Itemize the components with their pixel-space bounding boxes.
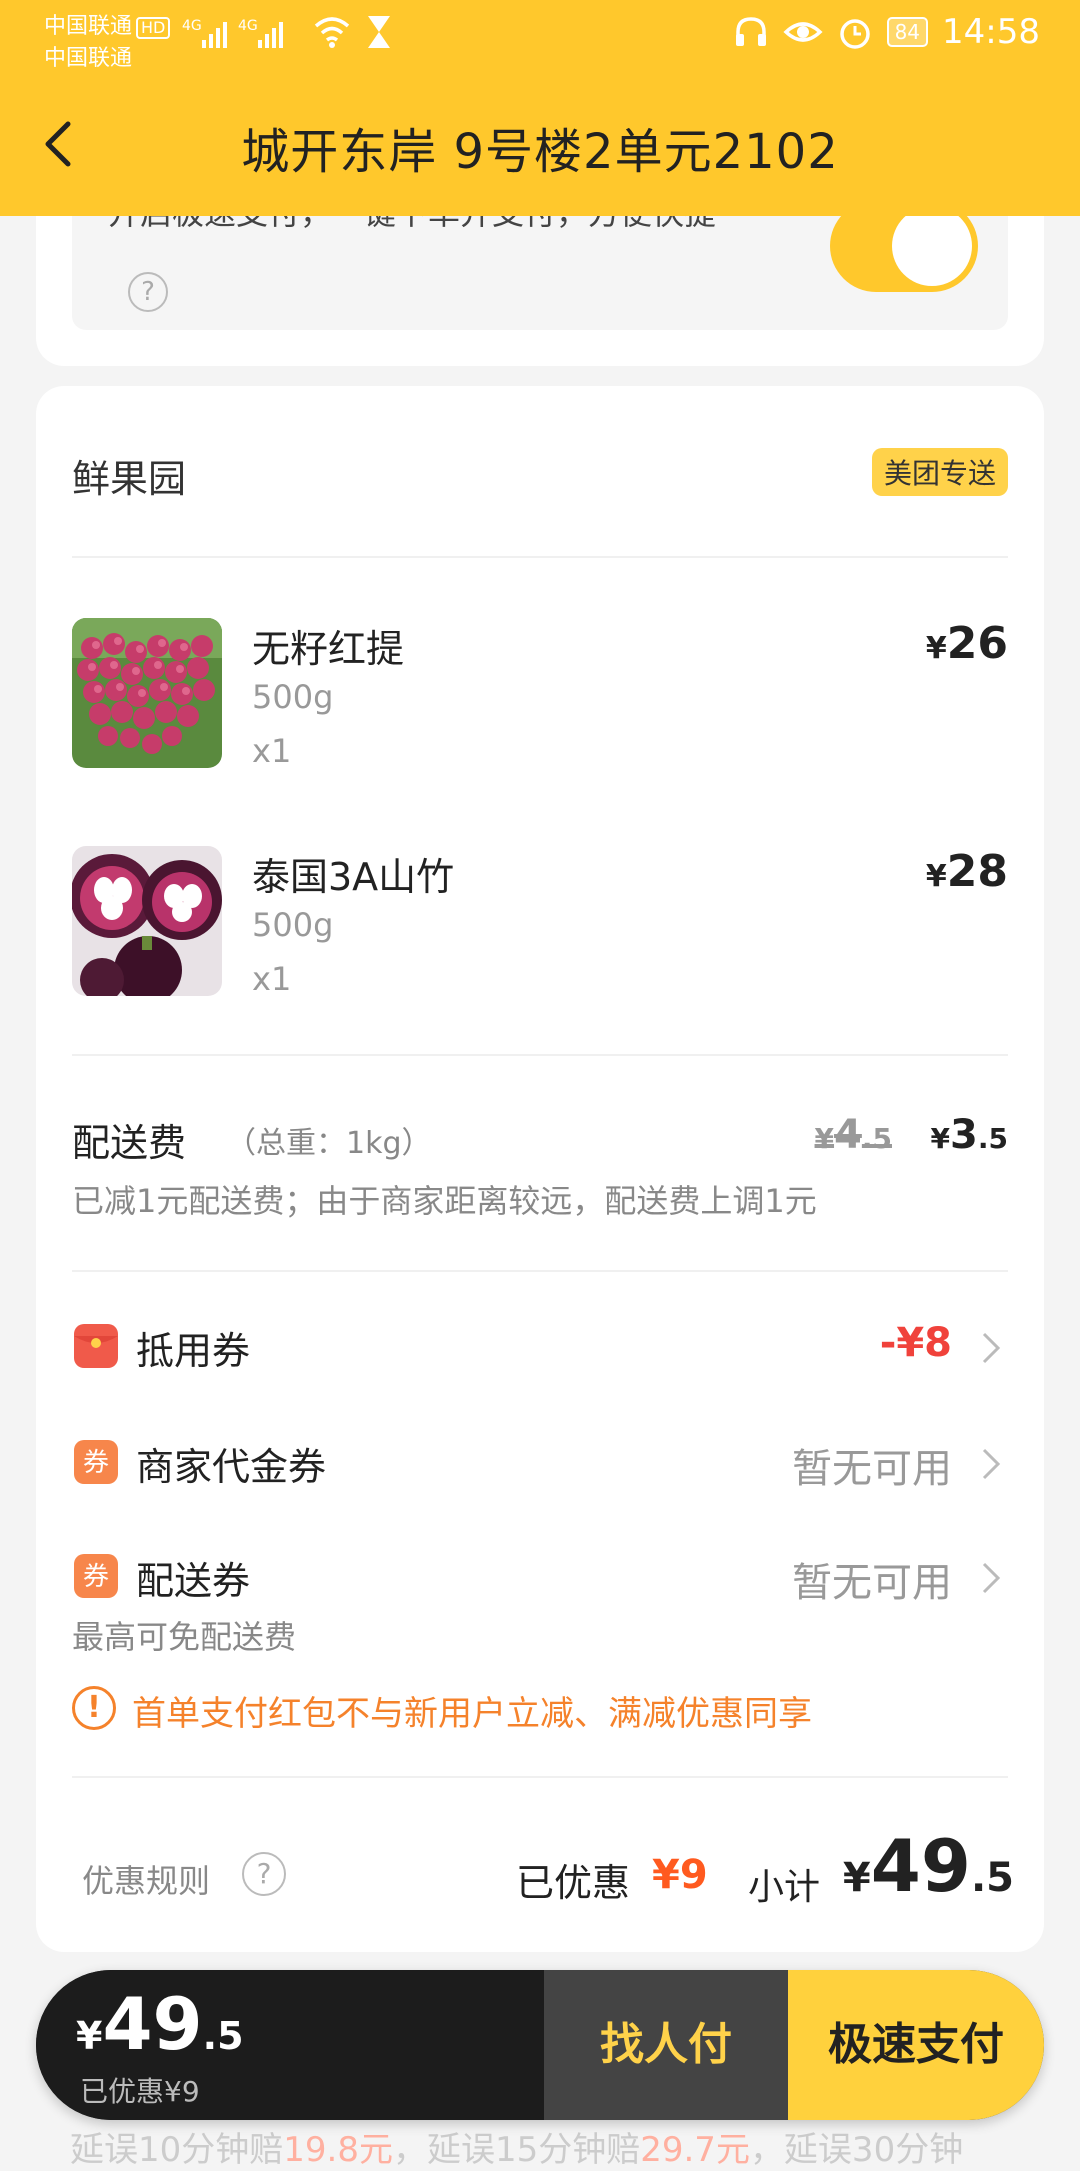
peek-r2: 29.7元 bbox=[640, 2130, 750, 2170]
divider bbox=[72, 556, 1008, 558]
item-price: ¥26 bbox=[926, 618, 1008, 669]
coupon-icon-text: 券 bbox=[83, 1562, 109, 1592]
peek-r1: 19.8元 bbox=[283, 2130, 393, 2170]
voucher-label: 抵用券 bbox=[136, 1329, 251, 1373]
clock: 14:58 bbox=[942, 12, 1040, 52]
coupon-icon: 券 bbox=[74, 1440, 118, 1484]
order-card: 鲜果园 美团专送 无籽红提 500g x1 ¥26 泰国3A山竹 500g x1… bbox=[36, 386, 1044, 1952]
chevron-right-icon bbox=[982, 1562, 1001, 1594]
alarm-icon bbox=[839, 19, 870, 49]
saved-amount: ¥9 bbox=[652, 1852, 708, 1898]
currency-symbol: ¥ bbox=[814, 1122, 835, 1155]
divider bbox=[72, 1776, 1008, 1778]
svg-text:4G: 4G bbox=[182, 18, 202, 34]
shop-name[interactable]: 鲜果园 bbox=[72, 448, 186, 503]
peek-post: ，延误30分钟 bbox=[749, 2130, 964, 2170]
carrier-1-label: 中国联通 bbox=[44, 14, 133, 39]
svg-text:4G: 4G bbox=[238, 18, 258, 34]
peek-pre: 延误10分钟赔 bbox=[70, 2130, 284, 2170]
fee-integer: 4 bbox=[834, 1112, 862, 1158]
divider bbox=[72, 1054, 1008, 1056]
currency-symbol: ¥ bbox=[925, 631, 947, 666]
delivery-fee-note: 已减1元配送费；由于商家距离较远，配送费上调1元 bbox=[72, 1182, 817, 1220]
subtotal-label: 小计 bbox=[748, 1867, 821, 1908]
chevron-right-icon bbox=[982, 1448, 1001, 1480]
coupon-icon: 券 bbox=[74, 1554, 118, 1598]
page-title: 城开东岸 9号楼2单元2102 bbox=[241, 124, 839, 180]
currency-symbol: ¥ bbox=[930, 1122, 951, 1155]
currency-symbol: ¥ bbox=[842, 1855, 871, 1901]
pay-total-panel: ¥49.5 已优惠¥9 bbox=[36, 1970, 544, 2120]
subtotal-amount: ¥49.5 bbox=[843, 1824, 1014, 1908]
item-quantity: x1 bbox=[252, 960, 292, 998]
toggle-knob bbox=[892, 206, 972, 286]
total-integer: 49 bbox=[102, 1982, 203, 2066]
delivery-coupon-value: 暂无可用 bbox=[792, 1560, 952, 1606]
delay-compensation-text: 延误10分钟赔19.8元，延误15分钟赔29.7元，延误30分钟 bbox=[70, 2122, 963, 2171]
delivery-weight: （总重：1kg） bbox=[226, 1126, 432, 1161]
grape-product-image bbox=[72, 618, 222, 768]
warning-icon: ! bbox=[72, 1686, 116, 1730]
currency-symbol: ¥ bbox=[925, 859, 947, 894]
item-weight: 500g bbox=[252, 678, 334, 716]
price-value: 28 bbox=[946, 846, 1008, 897]
item-name: 泰国3A山竹 bbox=[252, 855, 455, 899]
list-item[interactable]: 无籽红提 500g x1 ¥26 bbox=[72, 618, 1008, 778]
divider bbox=[72, 1270, 1008, 1272]
fee-integer: 3 bbox=[950, 1112, 978, 1158]
voucher-value: -¥8 bbox=[879, 1320, 952, 1366]
delivery-coupon-label: 配送券 bbox=[136, 1559, 251, 1603]
peer-pay-button[interactable]: 找人付 bbox=[544, 1970, 788, 2120]
original-delivery-fee: ¥4.5 bbox=[815, 1112, 892, 1158]
eye-icon bbox=[783, 22, 823, 42]
delivery-badge: 美团专送 bbox=[871, 448, 1008, 496]
coupon-icon-text: 券 bbox=[83, 1448, 109, 1478]
total-decimal: .5 bbox=[202, 2014, 244, 2058]
voucher-row[interactable]: 抵用券 -¥8 bbox=[72, 1316, 1008, 1376]
list-item[interactable]: 泰国3A山竹 500g x1 ¥28 bbox=[72, 846, 1008, 1006]
saved-label: 已优惠 bbox=[516, 1861, 631, 1905]
fee-decimal: .5 bbox=[861, 1122, 892, 1155]
peek-mid: ，延误15分钟赔 bbox=[392, 2130, 641, 2170]
subtotal-decimal: .5 bbox=[970, 1855, 1014, 1901]
signal-icon: 4G 4G bbox=[182, 18, 283, 48]
help-icon[interactable]: ? bbox=[128, 272, 168, 312]
merchant-coupon-label: 商家代金券 bbox=[136, 1445, 327, 1489]
price-value: 26 bbox=[946, 618, 1008, 669]
item-weight: 500g bbox=[252, 906, 334, 944]
item-name: 无籽红提 bbox=[252, 627, 405, 671]
help-icon[interactable]: ? bbox=[242, 1852, 286, 1896]
discount-rules-link[interactable]: 优惠规则 bbox=[82, 1856, 210, 1902]
merchant-coupon-value: 暂无可用 bbox=[792, 1446, 952, 1492]
red-envelope-icon bbox=[74, 1324, 118, 1368]
wifi-icon bbox=[314, 17, 350, 48]
carrier-2-label: 中国联通 bbox=[44, 46, 133, 71]
item-price: ¥28 bbox=[926, 846, 1008, 897]
delivery-fee-label: 配送费 bbox=[72, 1121, 187, 1165]
merchant-coupon-row[interactable]: 券 商家代金券 暂无可用 bbox=[72, 1432, 1008, 1492]
delivery-fee-value: ¥3.5 bbox=[931, 1112, 1008, 1158]
fee-decimal: .5 bbox=[977, 1122, 1008, 1155]
subtotal-integer: 49 bbox=[870, 1824, 971, 1908]
pay-bar: ¥49.5 已优惠¥9 找人付 极速支付 bbox=[36, 1970, 1044, 2120]
item-quantity: x1 bbox=[252, 732, 292, 770]
hd-badge: HD bbox=[136, 17, 171, 39]
headphones-icon bbox=[735, 17, 766, 46]
pay-total: ¥49.5 bbox=[76, 1982, 244, 2066]
chevron-right-icon bbox=[982, 1332, 1001, 1364]
status-bar: 中国联通 HD 中国联通 4G 4G 84 14:58 bbox=[0, 0, 1080, 72]
delivery-coupon-sub: 最高可免配送费 bbox=[72, 1618, 297, 1656]
fast-pay-button[interactable]: 极速支付 bbox=[788, 1970, 1044, 2120]
currency-symbol: ¥ bbox=[76, 2014, 103, 2058]
status-right: 84 14:58 bbox=[733, 12, 1040, 52]
warning-text: 首单支付红包不与新用户立减、满减优惠同享 bbox=[132, 1694, 812, 1734]
pay-saved: 已优惠¥9 bbox=[80, 2075, 200, 2108]
delivery-coupon-row[interactable]: 券 配送券 暂无可用 bbox=[72, 1546, 1008, 1606]
carrier-1: 中国联通 HD bbox=[44, 8, 171, 40]
hourglass-icon bbox=[368, 16, 390, 48]
mangosteen-product-image bbox=[72, 846, 222, 996]
warning-notice: ! 首单支付红包不与新用户立减、满减优惠同享 bbox=[72, 1680, 1008, 1740]
nav-bar: 城开东岸 9号楼2单元2102 bbox=[0, 72, 1080, 216]
battery-icon: 84 bbox=[886, 17, 929, 47]
